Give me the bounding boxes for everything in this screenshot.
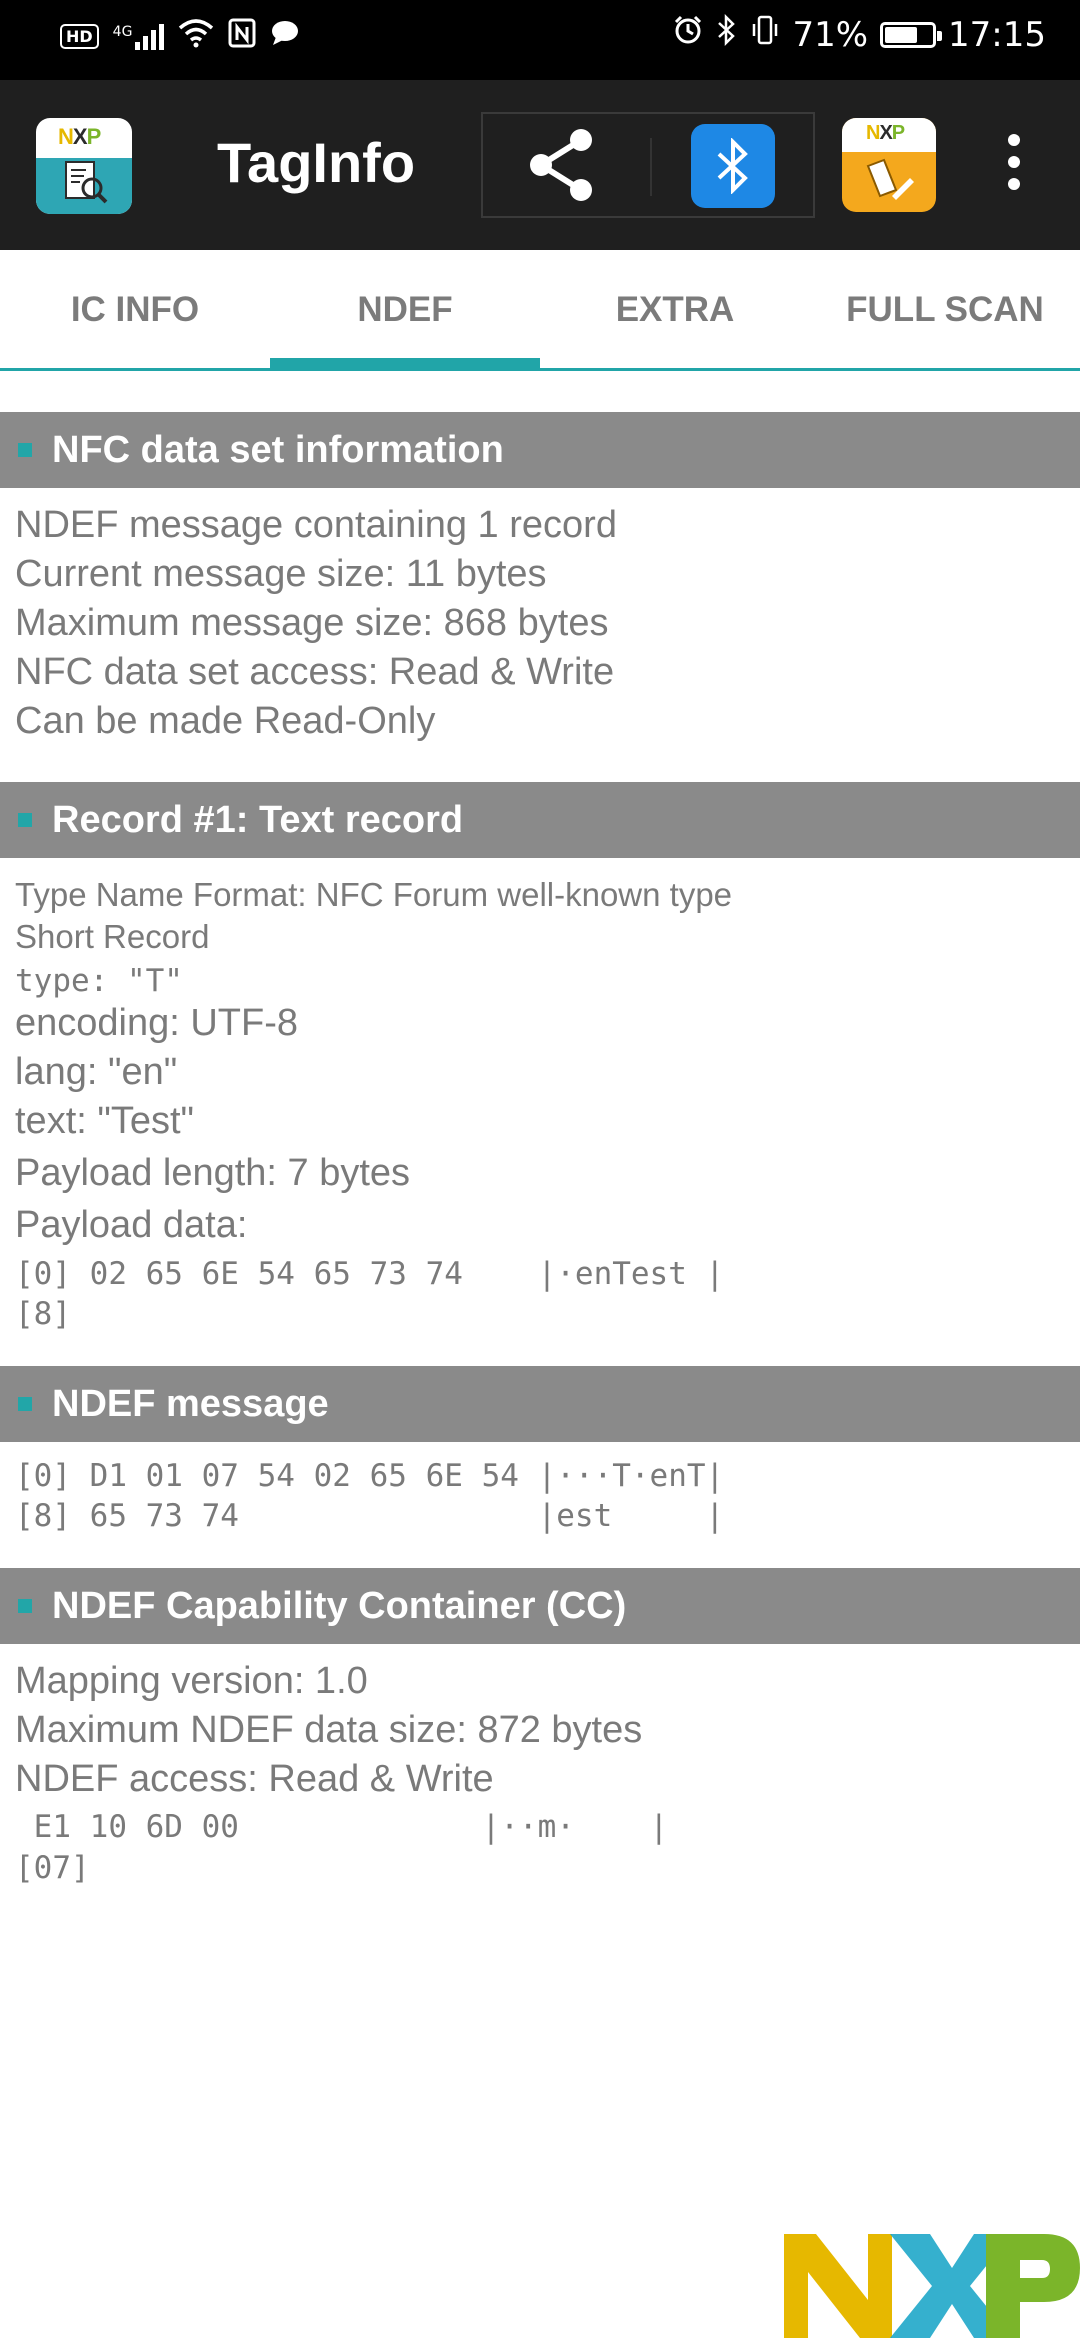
- tab-full-scan[interactable]: FULL SCAN: [810, 252, 1080, 368]
- tab-ndef[interactable]: NDEF: [270, 252, 540, 368]
- message-icon: [270, 19, 300, 54]
- wifi-icon: [178, 18, 214, 55]
- tab-extra[interactable]: EXTRA: [540, 252, 810, 368]
- info-line: Can be made Read-Only: [15, 700, 436, 742]
- section-title: NDEF Capability Container (CC): [52, 1584, 627, 1627]
- hex-line: [8] 65 73 74 |est |: [15, 1498, 725, 1534]
- 4g-signal-icon: 4G: [112, 23, 165, 50]
- hex-line: [8]: [15, 1296, 71, 1332]
- hd-badge: HD: [60, 24, 99, 49]
- battery-percent: 71%: [792, 14, 869, 55]
- record-text: text: "Test": [15, 1100, 195, 1142]
- info-line: Current message size: 11 bytes: [15, 553, 547, 595]
- tab-ic-info[interactable]: IC INFO: [0, 252, 270, 368]
- nxp-mini-logo: NXP: [58, 124, 101, 149]
- hex-line: [0] 02 65 6E 54 65 73 74 |·enTest |: [15, 1256, 725, 1292]
- hex-line: E1 10 6D 00 |··m· |: [15, 1809, 669, 1845]
- section-title: NFC data set information: [52, 428, 504, 471]
- section-header-ndef-message: NDEF message: [0, 1366, 1080, 1442]
- status-bar: HD 4G 71% 17:15: [0, 0, 1080, 80]
- app-title: TagInfo: [217, 131, 416, 194]
- action-divider: [650, 138, 652, 196]
- vibrate-icon: [750, 14, 780, 55]
- active-tab-indicator: [270, 358, 540, 371]
- status-right: 71% 17:15: [672, 13, 1046, 55]
- section-header-record: Record #1: Text record: [0, 782, 1080, 858]
- record-type: type: "T": [15, 963, 183, 999]
- record-tnf: Type Name Format: NFC Forum well-known t…: [15, 876, 733, 913]
- tab-bar: IC INFO NDEF EXTRA FULL SCAN: [0, 252, 1080, 371]
- hex-line: [07]: [15, 1850, 90, 1886]
- section-header-cc: NDEF Capability Container (CC): [0, 1568, 1080, 1644]
- section-header-nfc-info: NFC data set information: [0, 412, 1080, 488]
- battery-level: [885, 26, 917, 43]
- cc-line: Maximum NDEF data size: 872 bytes: [15, 1709, 643, 1751]
- nxp-app-icon[interactable]: NXP: [842, 118, 936, 212]
- nxp-logo: [780, 2230, 1080, 2340]
- share-icon[interactable]: [521, 124, 603, 206]
- record-lang: lang: "en": [15, 1051, 178, 1093]
- info-line: NDEF message containing 1 record: [15, 504, 617, 546]
- hex-line: [0] D1 01 07 54 02 65 6E 54 |···T·enT|: [15, 1458, 725, 1494]
- taginfo-logo-icon: NXP: [36, 118, 132, 214]
- clock: 17:15: [948, 14, 1046, 55]
- status-left: HD 4G: [60, 18, 300, 55]
- network-type-label: 4G: [112, 23, 133, 40]
- action-group: [481, 112, 815, 218]
- record-encoding: encoding: UTF-8: [15, 1002, 299, 1044]
- info-line: NFC data set access: Read & Write: [15, 651, 615, 693]
- alarm-icon: [672, 14, 704, 55]
- info-line: Maximum message size: 868 bytes: [15, 602, 609, 644]
- overflow-menu-icon[interactable]: [1002, 134, 1026, 198]
- section-title: NDEF message: [52, 1382, 329, 1425]
- record-payload-length: Payload length: 7 bytes: [15, 1152, 411, 1194]
- cc-line: NDEF access: Read & Write: [15, 1758, 494, 1800]
- record-short: Short Record: [15, 918, 210, 955]
- bluetooth-icon[interactable]: [691, 124, 775, 208]
- bluetooth-status-icon: [716, 13, 738, 55]
- section-title: Record #1: Text record: [52, 798, 464, 841]
- cc-line: Mapping version: 1.0: [15, 1660, 368, 1702]
- nfc-icon: [228, 18, 256, 55]
- record-payload-label: Payload data:: [15, 1204, 248, 1246]
- battery-icon: [880, 21, 943, 48]
